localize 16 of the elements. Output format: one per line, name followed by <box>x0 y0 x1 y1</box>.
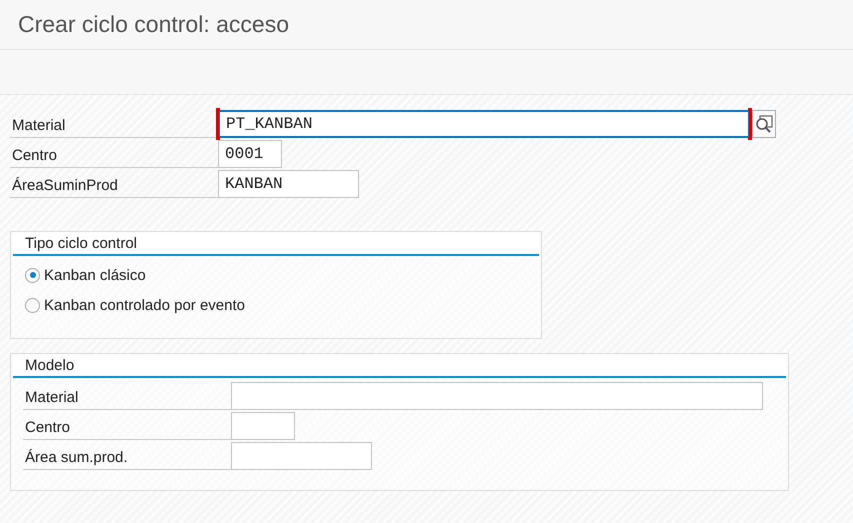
field-label: Material <box>10 110 218 138</box>
radio-button[interactable] <box>25 298 40 312</box>
radio-button[interactable] <box>25 268 40 282</box>
radio-label: Kanban clásico <box>44 266 146 284</box>
input-field[interactable] <box>231 442 372 470</box>
window-title: Crear ciclo control: acceso <box>18 11 289 38</box>
search-help-icon <box>754 114 774 134</box>
group-title: Modelo <box>13 354 786 378</box>
input-field[interactable]: KANBAN <box>218 170 359 198</box>
input-field[interactable]: 0001 <box>218 140 282 168</box>
input-field[interactable]: PT_KANBAN <box>218 110 750 138</box>
group-title: Tipo ciclo control <box>13 232 539 256</box>
input-field[interactable] <box>231 412 295 440</box>
input-field[interactable] <box>231 382 763 410</box>
radio-label: Kanban controlado por evento <box>44 296 245 314</box>
search-help-button[interactable] <box>752 110 776 138</box>
